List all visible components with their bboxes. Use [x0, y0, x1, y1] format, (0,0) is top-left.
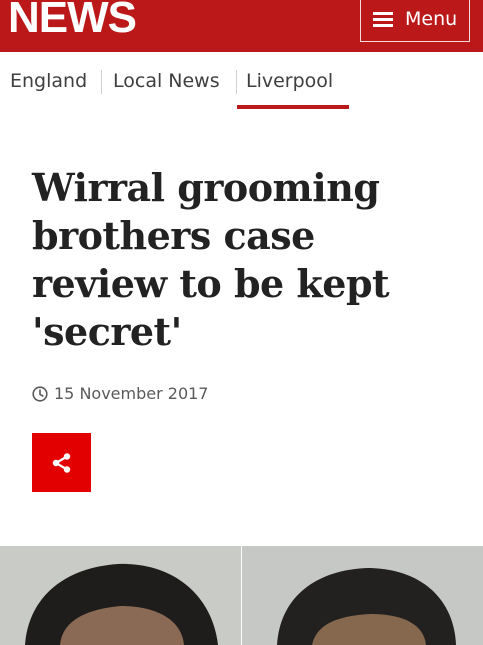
- mugshot-right: [242, 546, 483, 645]
- news-logo[interactable]: NEWS: [8, 0, 137, 44]
- menu-label: Menu: [405, 8, 458, 30]
- active-nav-indicator: [237, 105, 349, 109]
- mugshot-left: [0, 546, 241, 645]
- nav-item-local-news[interactable]: Local News: [113, 69, 220, 93]
- hamburger-icon: [373, 12, 393, 28]
- nav-separator: [101, 70, 102, 94]
- date-text: 15 November 2017: [54, 384, 209, 403]
- share-button[interactable]: [32, 433, 91, 492]
- nav-item-england[interactable]: England: [10, 69, 87, 93]
- share-icon: [52, 453, 71, 473]
- nav-item-liverpool[interactable]: Liverpool: [246, 69, 333, 93]
- clock-icon: [32, 385, 48, 402]
- article-date: 15 November 2017: [32, 384, 208, 403]
- article-headline: Wirral grooming brothers case review to …: [32, 165, 390, 354]
- breadcrumb-nav: England Local News Liverpool: [0, 52, 483, 112]
- nav-separator: [236, 70, 237, 94]
- menu-button[interactable]: Menu: [360, 0, 470, 42]
- site-header: NEWS Menu: [0, 0, 483, 52]
